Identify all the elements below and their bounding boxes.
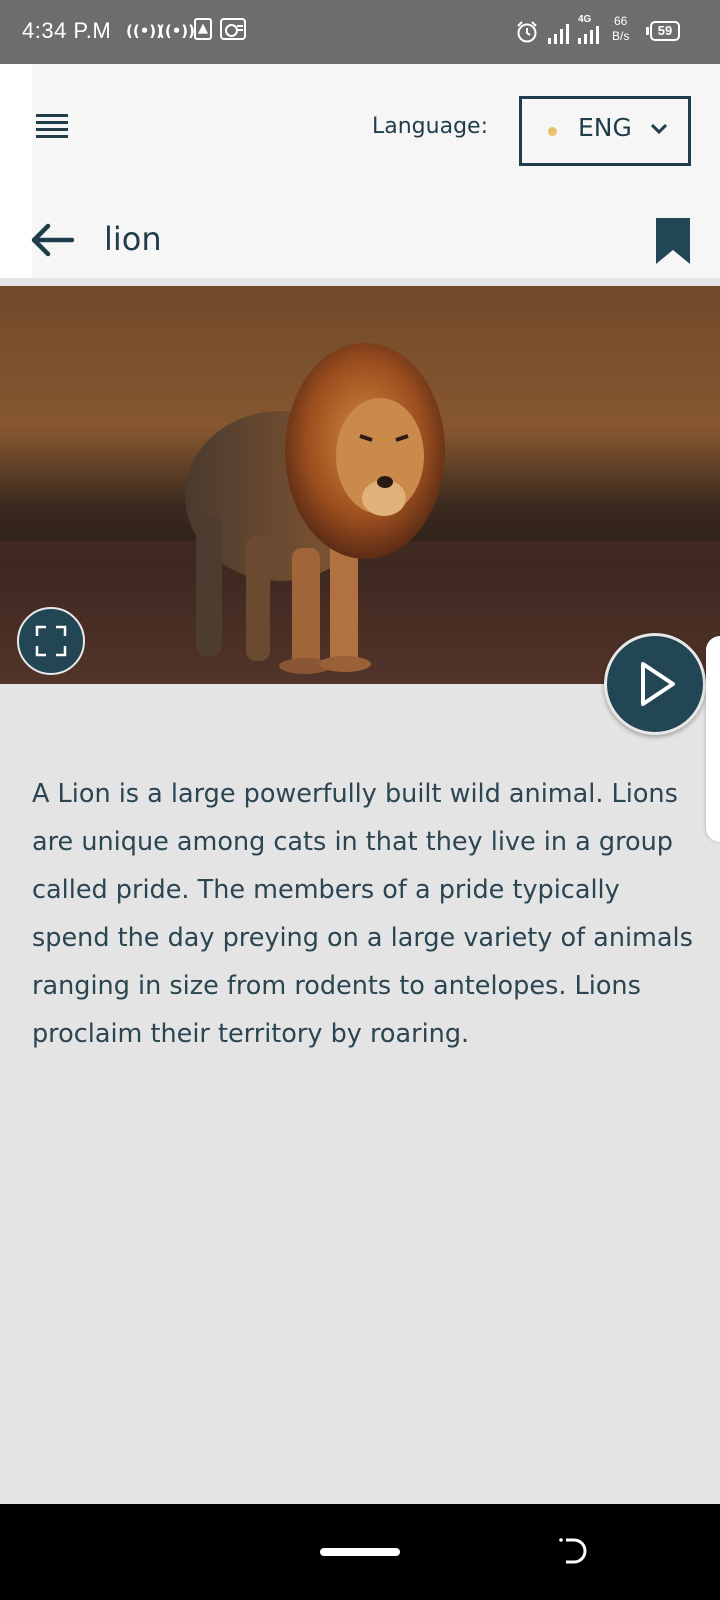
language-indicator-dot (548, 127, 557, 136)
bookmark-icon[interactable] (656, 218, 690, 264)
rotate-icon[interactable] (558, 1534, 588, 1566)
chevron-down-icon (650, 123, 668, 135)
battery-icon: 59 (646, 21, 680, 41)
hamburger-icon[interactable] (36, 114, 68, 138)
signal-icon (548, 24, 569, 44)
fullscreen-button[interactable] (17, 607, 85, 675)
network-speed: 66 B/s (612, 14, 630, 43)
lion-image (0, 286, 720, 684)
page-title: lion (104, 220, 162, 258)
animal-description: A Lion is a large powerfully built wild … (32, 779, 693, 1049)
status-bar: 4:34 P.M ((•)) ((•)) ▲ 4G 66 B/s 59 (0, 0, 720, 64)
alarm-icon (517, 21, 537, 43)
signal-icon (578, 26, 599, 44)
play-icon (641, 662, 675, 706)
drive-icon: ▲ (194, 18, 212, 40)
language-dropdown[interactable]: ENG (519, 96, 691, 166)
language-label: Language: (372, 114, 488, 139)
hotspot-icon: ((•)) (158, 22, 196, 40)
language-value: ENG (578, 113, 632, 142)
status-time: 4:34 P.M (22, 18, 112, 43)
header-edge (0, 64, 32, 278)
side-drawer-handle[interactable] (706, 636, 720, 842)
home-gesture-pill[interactable] (320, 1548, 400, 1556)
arrow-left-icon[interactable] (30, 222, 74, 258)
network-type: 4G (578, 14, 592, 25)
radio-icon (220, 18, 246, 40)
hotspot-icon: ((•)) (126, 22, 164, 40)
fullscreen-icon (35, 625, 67, 657)
play-button[interactable] (604, 633, 706, 735)
